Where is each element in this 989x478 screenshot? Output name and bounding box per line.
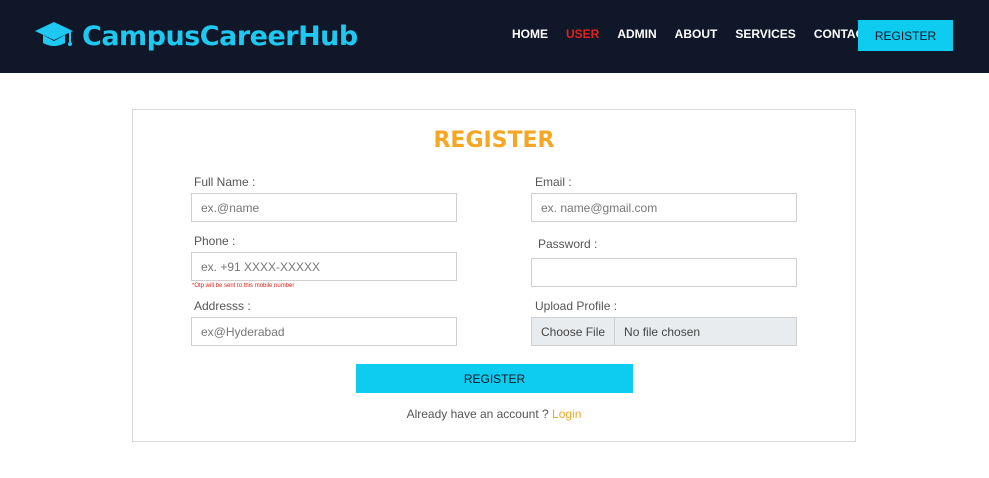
nav-home[interactable]: HOME [512, 27, 548, 41]
nav-services[interactable]: SERVICES [735, 27, 795, 41]
choose-file-button[interactable]: Choose File [532, 318, 616, 345]
upload-profile-label: Upload Profile : [535, 299, 618, 313]
full-name-input[interactable]: ex.@name [191, 193, 457, 222]
otp-note: *Otp will be sent to this mobile number [192, 283, 295, 289]
password-input[interactable] [531, 258, 797, 287]
upload-profile-input[interactable]: Choose File No file chosen [531, 317, 797, 346]
register-form-card: REGISTER Full Name : ex.@name Email : ex… [132, 109, 856, 442]
brand-name: CampusCareerHub [82, 20, 358, 52]
file-status: No file chosen [624, 324, 701, 339]
email-label: Email : [535, 175, 572, 189]
full-name-label: Full Name : [194, 175, 256, 189]
email-input[interactable]: ex. name@gmail.com [531, 193, 797, 222]
login-link[interactable]: Login [552, 407, 581, 421]
address-input[interactable]: ex@Hyderabad [191, 317, 457, 346]
account-text: Already have an account ? [406, 407, 549, 421]
nav-menu: HOME USER ADMIN ABOUT SERVICES CONTACT [512, 27, 890, 41]
form-title: REGISTER [433, 128, 555, 153]
register-submit-button[interactable]: REGISTER [356, 364, 633, 393]
nav-about[interactable]: ABOUT [675, 27, 718, 41]
password-label: Password : [538, 237, 598, 251]
brand-logo[interactable]: CampusCareerHub [34, 17, 358, 55]
nav-register-button[interactable]: REGISTER [858, 20, 953, 51]
login-prompt: Already have an account ? Login [133, 407, 855, 421]
phone-label: Phone : [194, 234, 236, 248]
nav-user[interactable]: USER [566, 27, 599, 41]
nav-admin[interactable]: ADMIN [617, 27, 656, 41]
phone-input[interactable]: ex. +91 XXXX-XXXXX [191, 252, 457, 281]
top-navbar: CampusCareerHub HOME USER ADMIN ABOUT SE… [0, 0, 989, 73]
address-label: Addresss : [194, 299, 251, 313]
graduation-cap-icon [34, 19, 82, 54]
